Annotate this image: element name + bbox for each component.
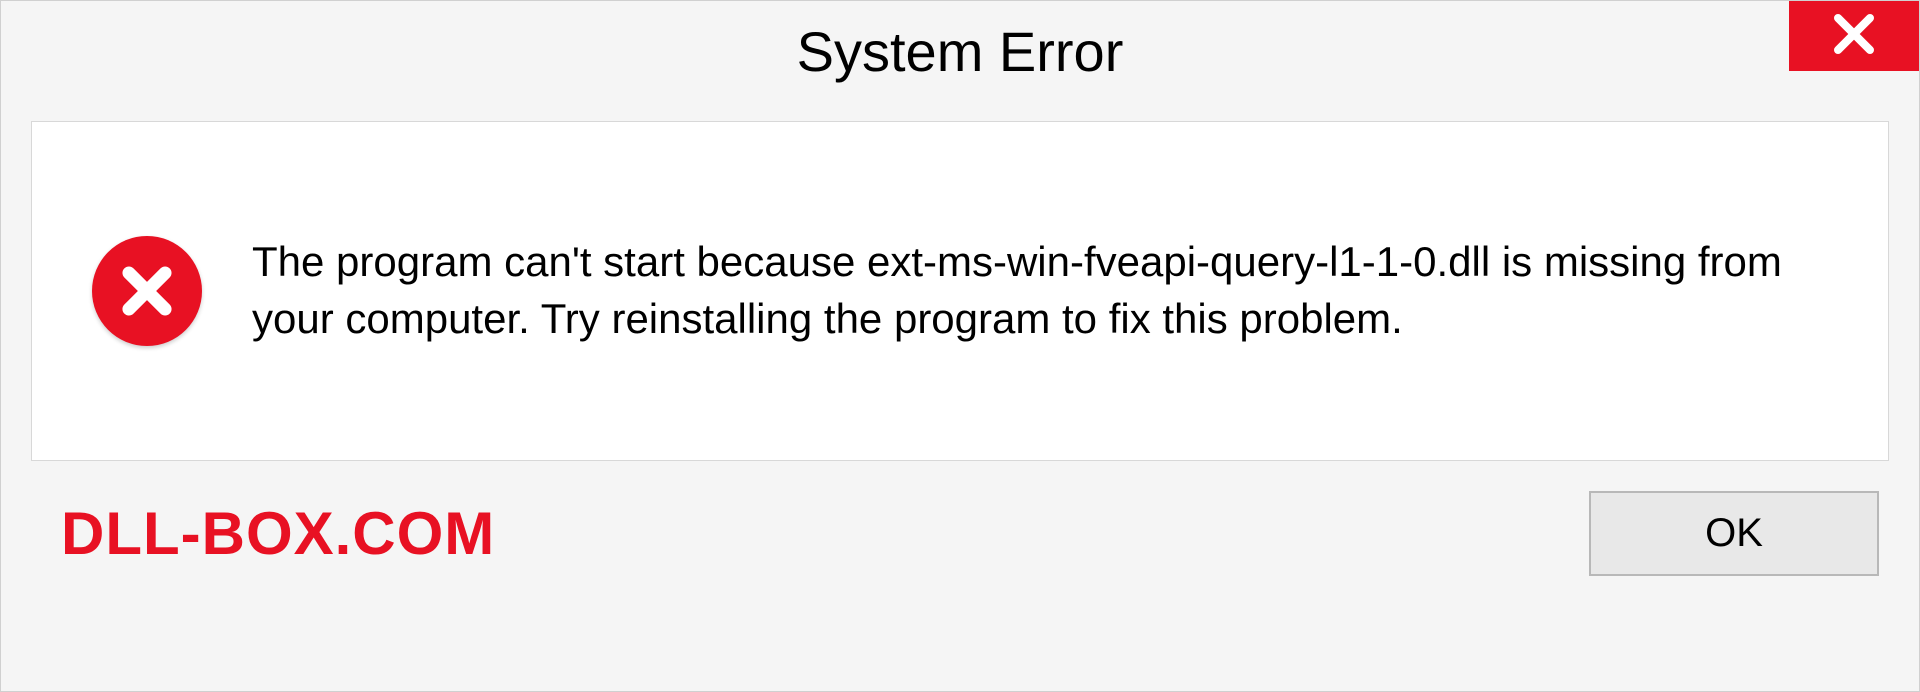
dialog-footer: DLL-BOX.COM OK (1, 461, 1919, 606)
content-panel: The program can't start because ext-ms-w… (31, 121, 1889, 461)
ok-button[interactable]: OK (1589, 491, 1879, 576)
titlebar: System Error (1, 1, 1919, 101)
error-message: The program can't start because ext-ms-w… (252, 234, 1828, 347)
error-dialog: System Error The program can't start bec… (0, 0, 1920, 692)
close-icon (1830, 10, 1878, 63)
dialog-title: System Error (797, 19, 1124, 84)
error-icon (92, 236, 202, 346)
watermark-text: DLL-BOX.COM (61, 499, 495, 568)
close-button[interactable] (1789, 1, 1919, 71)
